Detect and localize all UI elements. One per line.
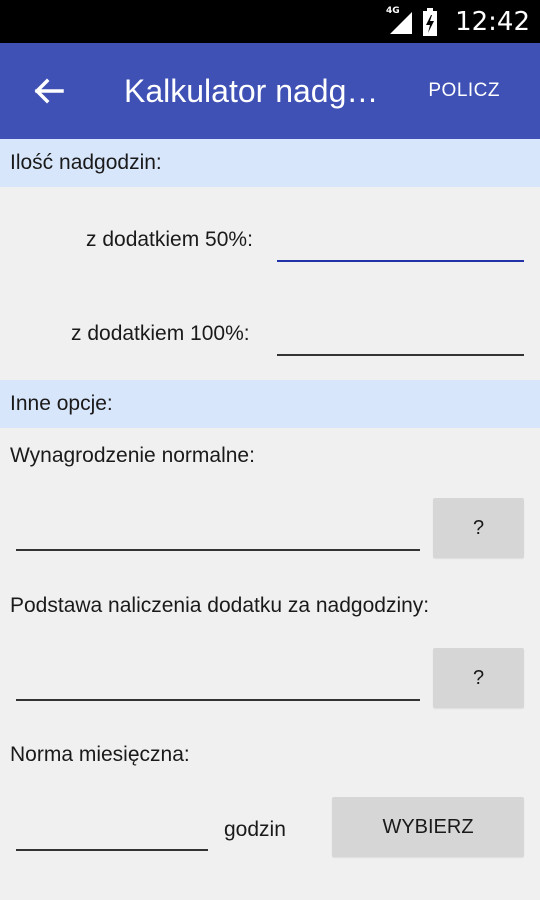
signal-icon: 4G [386, 6, 414, 36]
network-type-label: 4G [386, 6, 400, 16]
app-bar: Kalkulator nadgodzin POLICZ [0, 43, 540, 139]
overtime-50-label: z dodatkiem 50%: [86, 228, 253, 251]
page-title: Kalkulator nadgodzin [124, 73, 386, 109]
overtime-100-input[interactable] [277, 314, 524, 356]
overtime-base-help-button[interactable]: ? [433, 648, 524, 708]
status-bar: 4G 12:42 [0, 0, 540, 43]
battery-icon [422, 8, 438, 36]
salary-help-button[interactable]: ? [433, 498, 524, 558]
clock: 12:42 [455, 7, 530, 37]
overtime-base-input[interactable] [16, 659, 420, 701]
overtime-base-label: Podstawa naliczenia dodatku za nadgodzin… [10, 594, 430, 617]
calculate-button[interactable]: POLICZ [428, 80, 500, 102]
choose-norm-button[interactable]: WYBIERZ [332, 797, 524, 857]
overtime-section-header: Ilość nadgodzin: [0, 139, 540, 187]
salary-input[interactable] [16, 509, 420, 551]
overtime-50-input[interactable] [277, 220, 524, 262]
other-options-section-header: Inne opcje: [0, 380, 540, 428]
monthly-norm-input[interactable] [16, 809, 208, 851]
back-arrow-icon[interactable] [28, 71, 68, 111]
salary-label: Wynagrodzenie normalne: [10, 444, 255, 467]
hours-unit-label: godzin [224, 818, 286, 841]
status-icons: 4G [386, 6, 438, 36]
monthly-norm-label: Norma miesięczna: [10, 743, 190, 766]
overtime-100-label: z dodatkiem 100%: [71, 322, 250, 345]
